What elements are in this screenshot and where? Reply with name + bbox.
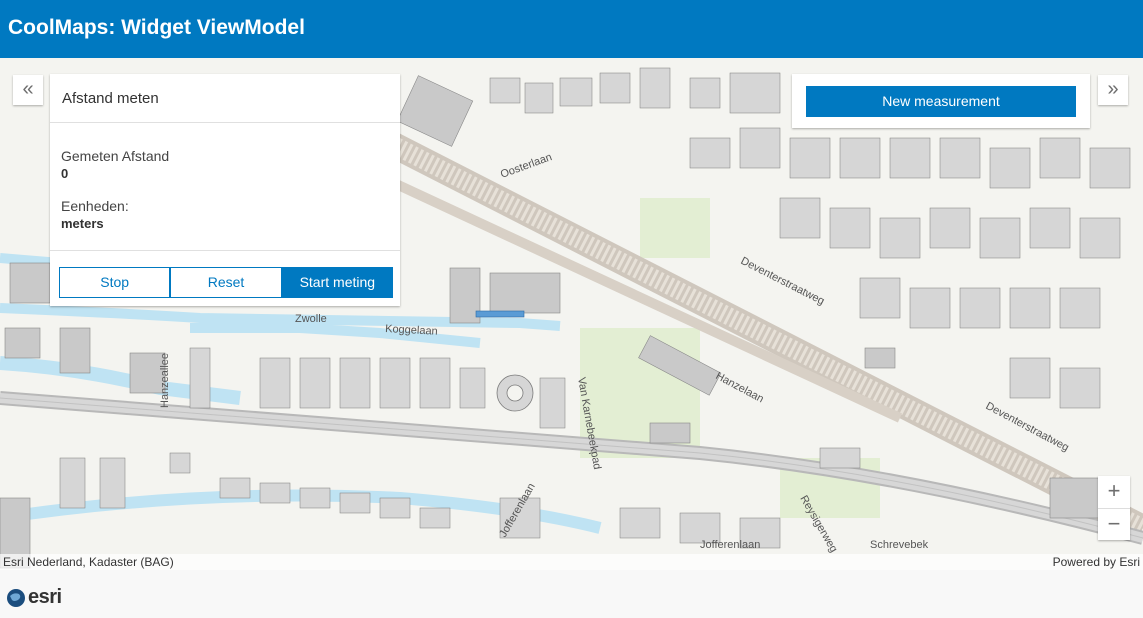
new-measurement-button[interactable]: New measurement xyxy=(806,86,1076,117)
zoom-out-button[interactable]: − xyxy=(1098,509,1130,541)
start-measuring-button[interactable]: Start meting xyxy=(281,267,393,298)
street-label: Oosterlaan xyxy=(499,151,554,181)
divider xyxy=(50,122,400,123)
app-header: CoolMaps: Widget ViewModel xyxy=(0,0,1143,58)
esri-logo-text: esri xyxy=(28,586,62,608)
zoom-in-button[interactable]: + xyxy=(1098,476,1130,508)
new-measurement-panel: New measurement xyxy=(792,74,1090,128)
zoom-control: + − xyxy=(1098,476,1130,540)
esri-logo[interactable]: esri xyxy=(6,586,62,609)
globe-icon xyxy=(7,588,25,607)
collapse-left-button[interactable]: « xyxy=(13,75,43,105)
units-value: meters xyxy=(61,216,104,231)
measurement-panel: Afstand meten Gemeten Afstand 0 Eenheden… xyxy=(50,74,400,306)
distance-label: Gemeten Afstand xyxy=(61,148,170,164)
collapse-right-button[interactable]: » xyxy=(1098,75,1128,105)
button-row: Stop Reset Start meting xyxy=(59,267,393,298)
footer: esri xyxy=(0,570,1143,618)
street-label: Jofferenlaan xyxy=(700,539,760,551)
attribution-bar: Esri Nederland, Kadaster (BAG) Powered b… xyxy=(0,554,1143,570)
units-label: Eenheden: xyxy=(61,198,129,214)
double-chevron-left-icon: « xyxy=(22,78,34,100)
powered-by-text[interactable]: Powered by Esri xyxy=(1053,555,1140,569)
reset-button[interactable]: Reset xyxy=(170,267,282,298)
distance-value: 0 xyxy=(61,166,69,181)
street-label: Schrevebek xyxy=(870,539,929,551)
panel-title: Afstand meten xyxy=(62,90,159,107)
divider xyxy=(50,250,400,251)
attribution-text: Esri Nederland, Kadaster (BAG) xyxy=(3,555,174,569)
double-chevron-right-icon: » xyxy=(1107,78,1119,100)
street-label: Hanzelaan xyxy=(714,370,766,405)
street-label: Hanzeallee xyxy=(159,353,171,408)
stop-button[interactable]: Stop xyxy=(59,267,171,298)
app-title: CoolMaps: Widget ViewModel xyxy=(8,16,305,39)
street-label: Zwolle xyxy=(295,313,327,325)
street-label: Deventerstraatweg xyxy=(739,255,827,308)
